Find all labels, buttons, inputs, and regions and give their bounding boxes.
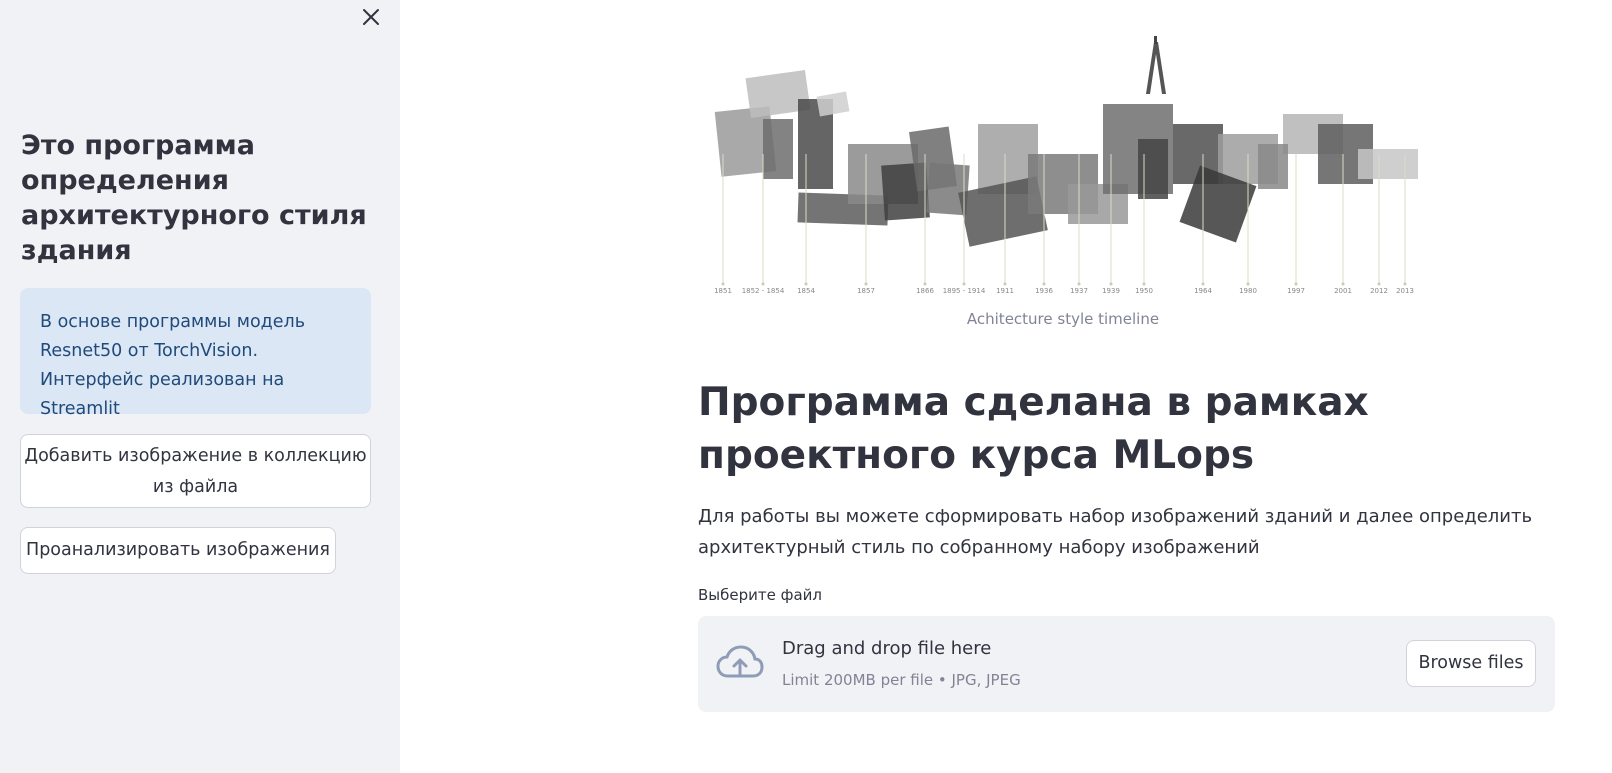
tower-spire [1154,36,1157,44]
timeline-year: 1950 [1135,287,1153,295]
timeline-year: 1997 [1287,287,1305,295]
close-icon [363,9,379,25]
timeline-year: 2013 [1396,287,1414,295]
add-image-button[interactable]: Добавить изображение в коллекцию из файл… [20,434,371,508]
collage-photo [816,91,850,117]
timeline-year: 1895 - 1914 [943,287,986,295]
timeline-dot [962,282,966,286]
close-sidebar-button[interactable] [358,4,384,30]
timeline-collage [714,36,1418,247]
timeline-year: 2012 [1370,287,1388,295]
dropzone-limit-text: Limit 200MB per file • JPG, JPEG [782,671,1021,689]
main-content: 1851 1852 - 1854 1854 1857 1866 1895 - 1914 19… [400,0,1612,773]
timeline-year: 1911 [996,287,1014,295]
page-title: Программа сделана в рамках проектного ку… [698,380,1369,478]
collage-photo [763,119,793,179]
collage-photo [1258,144,1288,189]
timeline-dot [1003,282,1007,286]
sidebar-title: Это программа определения архитектурного… [21,130,367,266]
timeline-year: 1866 [916,287,934,295]
timeline-dot [1377,282,1381,286]
timeline-dot [1246,282,1250,286]
timeline-dot [923,282,927,286]
architecture-timeline-image: 1851 1852 - 1854 1854 1857 1866 1895 - 1914 19… [714,36,1418,295]
timeline-year: 1852 - 1854 [742,287,785,295]
timeline-year: 1937 [1070,287,1088,295]
timeline-dot [1142,282,1146,286]
timeline-year: 1851 [714,287,732,295]
timeline-year: 1980 [1239,287,1257,295]
browse-files-button[interactable]: Browse files [1406,640,1536,687]
dropzone-instructions: Drag and drop file here [782,638,992,659]
timeline-dot [1201,282,1205,286]
file-dropzone[interactable]: Drag and drop file here Limit 200MB per … [698,616,1555,712]
timeline-dot [1077,282,1081,286]
analyze-images-button[interactable]: Проанализировать изображения [20,527,336,574]
timeline-year: 1936 [1035,287,1053,295]
timeline-dot [864,282,868,286]
image-caption: Achitecture style timeline [966,310,1160,328]
collage-photo [1358,149,1418,179]
timeline-dot [761,282,765,286]
timeline-year: 1964 [1194,287,1212,295]
cloud-upload-icon [716,645,764,678]
file-uploader-label: Выберите файл [698,586,822,604]
timeline-dot [1109,282,1113,286]
info-alert: В основе программы модель Resnet50 от To… [20,288,371,419]
page-description: Для работы вы можете сформировать набор … [698,506,1533,558]
timeline-dot [721,282,725,286]
timeline-dot [1294,282,1298,286]
timeline-dot [1341,282,1345,286]
timeline-year: 2001 [1334,287,1352,295]
timeline-year: 1939 [1102,287,1120,295]
sidebar: Это программа определения архитектурного… [0,0,400,773]
timeline-dot [1042,282,1046,286]
collage-photo [1138,139,1168,199]
timeline-dot [1403,282,1407,286]
timeline-year: 1854 [797,287,815,295]
tower-shape [1146,42,1166,94]
timeline-dot [804,282,808,286]
timeline-year-labels: 1851 1852 - 1854 1854 1857 1866 1895 - 1914 19… [714,287,1414,295]
timeline-year: 1857 [857,287,875,295]
